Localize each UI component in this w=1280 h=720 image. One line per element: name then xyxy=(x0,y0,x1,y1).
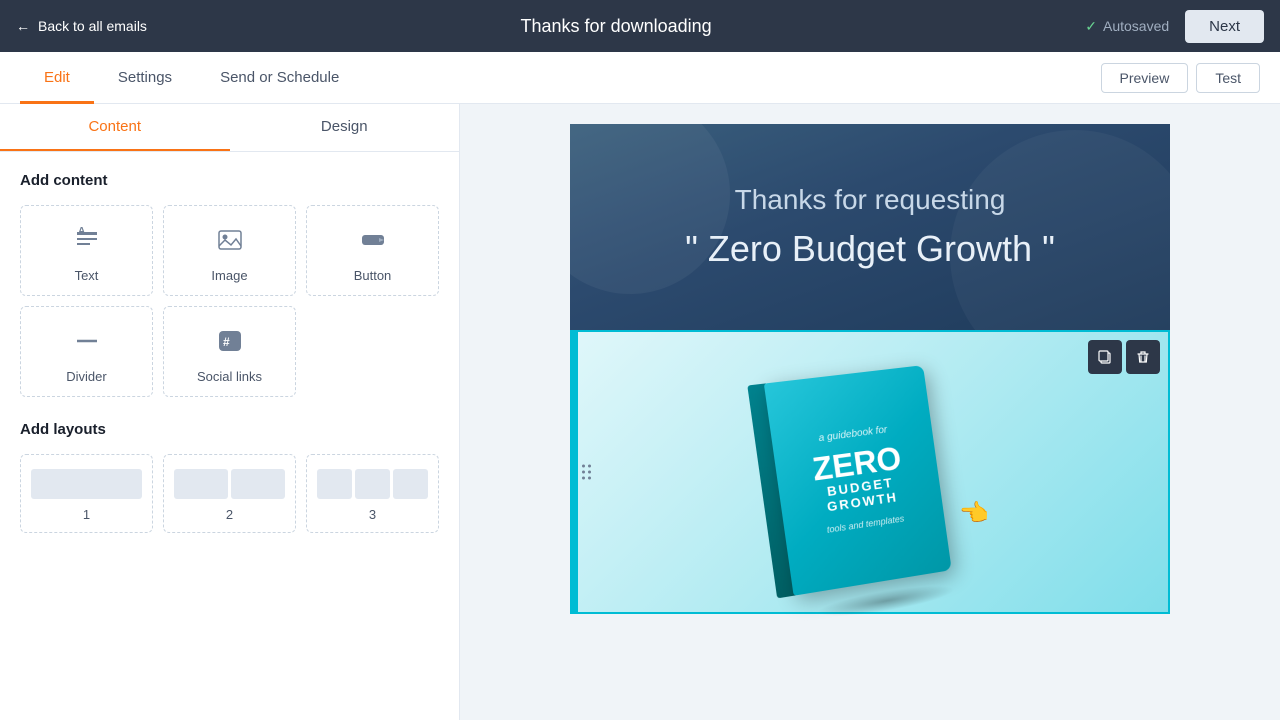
layout-col xyxy=(317,469,352,499)
autosaved-indicator: ✓ Autosaved xyxy=(1085,18,1169,35)
preview-button[interactable]: Preview xyxy=(1101,63,1189,93)
sidebar-tab-content[interactable]: Content xyxy=(0,104,230,151)
email-header-line1: Thanks for requesting xyxy=(610,184,1130,216)
layout-preview-2 xyxy=(174,469,285,499)
layout-preview-1 xyxy=(31,469,142,499)
layouts-grid: 1 2 3 xyxy=(20,454,439,533)
layout-label-2: 2 xyxy=(226,507,233,522)
main-layout: Content Design Add content A xyxy=(0,104,1280,720)
secondary-nav: Edit Settings Send or Schedule Preview T… xyxy=(0,52,1280,104)
back-arrow-icon: ← xyxy=(16,18,30,34)
book-guidebook-text: a guidebook for xyxy=(818,424,888,444)
content-card-social[interactable]: # Social links xyxy=(163,306,296,397)
canvas-area: Thanks for requesting " Zero Budget Grow… xyxy=(460,104,1280,720)
content-card-divider[interactable]: Divider xyxy=(20,306,153,397)
content-grid: A Text Image xyxy=(20,205,439,397)
svg-text:A: A xyxy=(78,226,85,237)
back-label: Back to all emails xyxy=(38,18,147,34)
sidebar-tab-design[interactable]: Design xyxy=(230,104,460,151)
email-image-section[interactable]: a guidebook for ZERO BUDGET GROWTH tools… xyxy=(570,330,1170,614)
content-card-image[interactable]: Image xyxy=(163,205,296,296)
image-action-bar xyxy=(1088,340,1160,374)
layout-col xyxy=(31,469,142,499)
copy-section-button[interactable] xyxy=(1088,340,1122,374)
drag-dot xyxy=(588,465,591,468)
layout-col xyxy=(355,469,390,499)
nav-tabs: Edit Settings Send or Schedule xyxy=(20,52,363,103)
content-card-button[interactable]: Button xyxy=(306,205,439,296)
image-icon xyxy=(216,226,244,260)
top-bar-right: ✓ Autosaved Next xyxy=(1085,10,1264,43)
layout-col xyxy=(231,469,285,499)
book-illustration: a guidebook for ZERO BUDGET GROWTH tools… xyxy=(764,363,972,606)
tab-send-schedule[interactable]: Send or Schedule xyxy=(196,53,363,104)
divider-label: Divider xyxy=(66,369,106,384)
text-label: Text xyxy=(75,268,99,283)
layout-col xyxy=(174,469,228,499)
layout-label-3: 3 xyxy=(369,507,376,522)
drag-dot xyxy=(588,477,591,480)
autosaved-label: Autosaved xyxy=(1103,18,1169,34)
book-tools-text: tools and templates xyxy=(826,513,905,534)
text-icon: A xyxy=(73,226,101,260)
next-button[interactable]: Next xyxy=(1185,10,1264,43)
button-icon xyxy=(359,226,387,260)
drag-handle[interactable] xyxy=(578,461,595,484)
layout-card-1[interactable]: 1 xyxy=(20,454,153,533)
svg-text:#: # xyxy=(223,335,230,349)
content-card-text[interactable]: A Text xyxy=(20,205,153,296)
drag-dot xyxy=(588,471,591,474)
email-wrapper: Thanks for requesting " Zero Budget Grow… xyxy=(570,124,1170,700)
social-label: Social links xyxy=(197,369,262,384)
add-content-title: Add content xyxy=(20,172,439,189)
drag-dot xyxy=(582,465,585,468)
social-icon: # xyxy=(216,327,244,361)
email-header: Thanks for requesting " Zero Budget Grow… xyxy=(570,124,1170,330)
add-layouts-title: Add layouts xyxy=(20,421,439,438)
sidebar-content: Add content A Text xyxy=(0,152,459,553)
image-label: Image xyxy=(211,268,247,283)
sidebar: Content Design Add content A xyxy=(0,104,460,720)
top-bar: ← Back to all emails Thanks for download… xyxy=(0,0,1280,52)
tab-edit[interactable]: Edit xyxy=(20,53,94,104)
layout-card-3[interactable]: 3 xyxy=(306,454,439,533)
drag-dot xyxy=(582,471,585,474)
email-title: Thanks for downloading xyxy=(521,16,712,37)
email-header-line2: " Zero Budget Growth " xyxy=(610,228,1130,270)
nav-right-buttons: Preview Test xyxy=(1101,63,1260,93)
book-image-area: a guidebook for ZERO BUDGET GROWTH tools… xyxy=(572,332,1168,612)
layout-preview-3 xyxy=(317,469,428,499)
back-to-emails[interactable]: ← Back to all emails xyxy=(16,18,147,34)
test-button[interactable]: Test xyxy=(1196,63,1260,93)
delete-section-button[interactable] xyxy=(1126,340,1160,374)
button-label: Button xyxy=(354,268,392,283)
book-cover: a guidebook for ZERO BUDGET GROWTH tools… xyxy=(764,365,952,596)
sidebar-tabs: Content Design xyxy=(0,104,459,152)
layout-label-1: 1 xyxy=(83,507,90,522)
divider-icon xyxy=(73,327,101,361)
check-icon: ✓ xyxy=(1085,18,1097,35)
layout-card-2[interactable]: 2 xyxy=(163,454,296,533)
layout-col xyxy=(393,469,428,499)
drag-dot xyxy=(582,477,585,480)
tab-settings[interactable]: Settings xyxy=(94,53,196,104)
